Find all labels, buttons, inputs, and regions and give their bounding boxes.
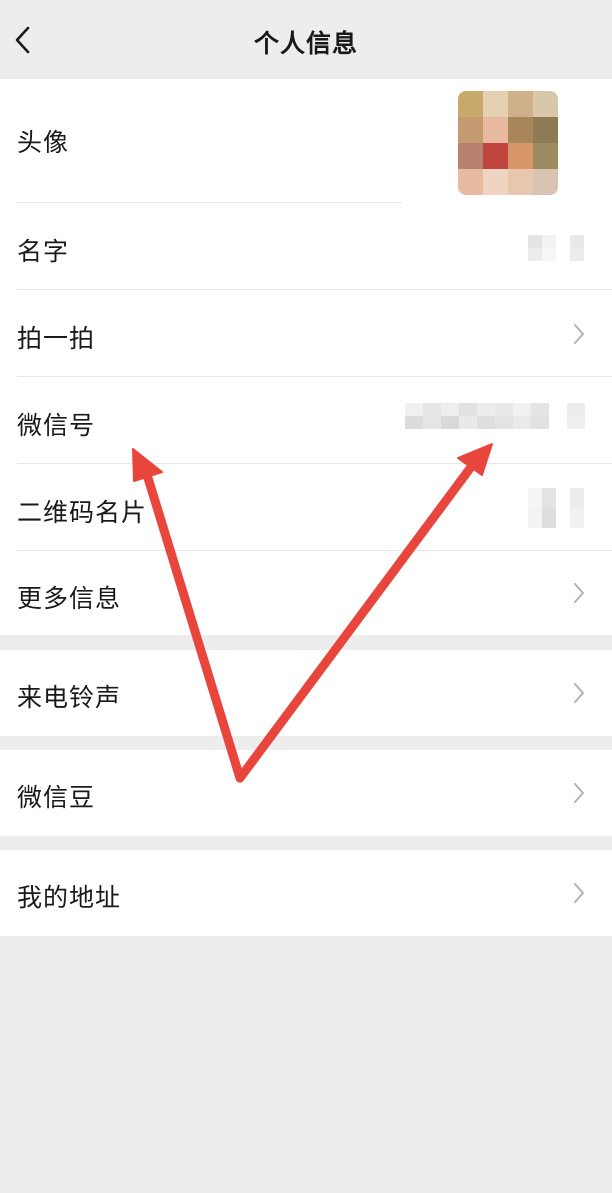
row-label: 我的地址 [17,883,122,912]
chevron-right-icon [574,683,584,703]
name-value [528,235,584,261]
chevron-right-icon [574,783,584,803]
row-more-info[interactable]: 更多信息 [0,551,612,635]
row-my-address[interactable]: 我的地址 [0,850,612,936]
chevron-right-icon [574,324,584,344]
qr-code-icon [528,488,584,528]
row-label: 拍一拍 [17,324,96,353]
navigation-bar: 个人信息 [0,0,612,79]
chevron-right-icon [574,583,584,603]
page-title: 个人信息 [253,29,358,58]
row-label: 微信豆 [17,783,96,812]
row-qr-card[interactable]: 二维码名片 [0,464,612,551]
row-label: 来电铃声 [17,683,122,712]
row-name[interactable]: 名字 [0,203,612,290]
address-group: 我的地址 [0,850,612,936]
row-wechat-id[interactable]: 微信号 [0,377,612,464]
chevron-right-icon [574,883,584,903]
profile-group: 头像 名字 拍一拍 微信号 二维码名片 更多信息 [0,79,612,635]
row-label: 名字 [17,237,70,266]
row-pat[interactable]: 拍一拍 [0,290,612,377]
row-label: 更多信息 [17,584,122,613]
ringtone-group: 来电铃声 [0,650,612,736]
row-wechat-beans[interactable]: 微信豆 [0,750,612,836]
wechat-beans-group: 微信豆 [0,750,612,836]
avatar-image [458,91,558,195]
wechat-id-value [405,403,585,429]
row-avatar[interactable]: 头像 [0,79,612,203]
row-label: 头像 [17,128,70,157]
row-label: 二维码名片 [17,498,148,527]
row-ringtone[interactable]: 来电铃声 [0,650,612,736]
row-label: 微信号 [17,411,96,440]
